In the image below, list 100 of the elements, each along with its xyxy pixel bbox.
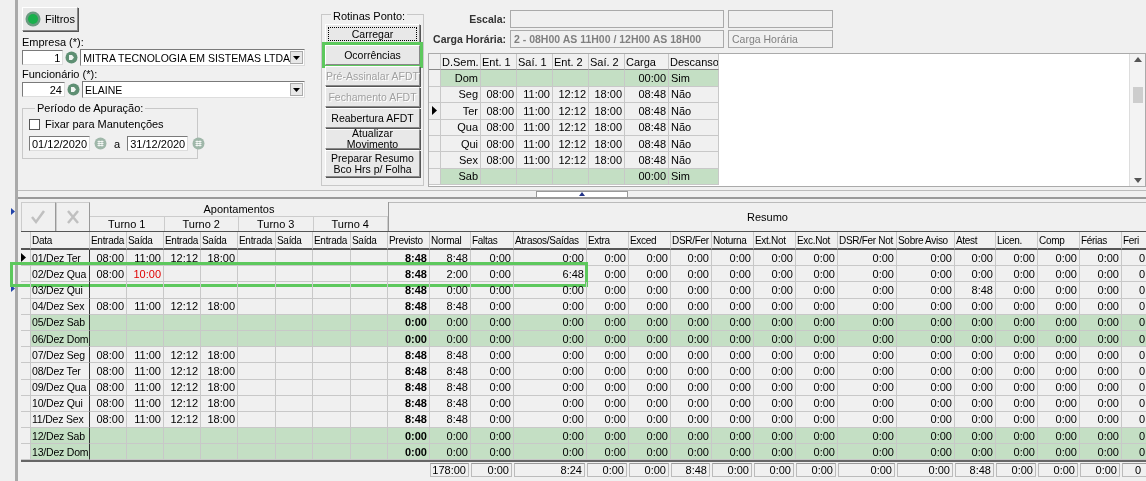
code-field[interactable]: 24 bbox=[22, 82, 65, 97]
routine-button[interactable]: Ocorrências bbox=[325, 45, 420, 65]
table-cell: 0:00 bbox=[754, 347, 796, 364]
table-cell: 0:00 bbox=[1038, 428, 1080, 445]
table-cell: 0:00 bbox=[712, 347, 754, 364]
field-label: Escala: bbox=[468, 12, 506, 25]
table-cell: 0:00 bbox=[838, 363, 897, 380]
table-cell: 0:00 bbox=[629, 379, 671, 396]
row-header-cell[interactable] bbox=[21, 330, 31, 348]
triangle-icon bbox=[579, 192, 585, 196]
routine-button[interactable]: Preparar Resumo Bco Hrs p/ Folha bbox=[325, 150, 420, 177]
filters-button[interactable]: Filtros bbox=[22, 7, 78, 31]
row-header-cell[interactable] bbox=[21, 363, 31, 380]
table-cell bbox=[313, 282, 351, 299]
table-cell: 18:00 bbox=[201, 347, 238, 364]
routine-button[interactable]: Atualizar Movimento bbox=[325, 129, 420, 149]
checkbox[interactable] bbox=[29, 118, 40, 130]
table-cell: 00:00 bbox=[625, 70, 669, 87]
row-header-cell[interactable] bbox=[21, 266, 31, 283]
table-cell: 08:00 bbox=[90, 347, 127, 364]
table-cell: Ter bbox=[441, 103, 481, 120]
column-header: DSR/Fer bbox=[671, 232, 712, 250]
table-cell: 0 bbox=[1122, 363, 1146, 380]
routine-button[interactable]: Reabertura AFDT bbox=[325, 108, 420, 128]
row-header-cell[interactable] bbox=[21, 444, 31, 461]
table-cell: 0:00 bbox=[955, 266, 996, 283]
table-cell bbox=[517, 70, 553, 87]
column-header: Saída bbox=[276, 232, 313, 250]
combo-box[interactable]: MITRA TECNOLOGIA EM SISTEMAS LTDA bbox=[80, 49, 305, 66]
row-header-cell[interactable] bbox=[21, 282, 31, 299]
table-cell: 0:00 bbox=[996, 266, 1038, 283]
table-cell: 12:12 bbox=[164, 250, 201, 267]
table-cell: 0:00 bbox=[587, 347, 629, 364]
table-cell: 0:00 bbox=[712, 444, 754, 461]
arrow-icon[interactable] bbox=[11, 285, 15, 292]
table-cell: 0:00 bbox=[671, 379, 712, 396]
schedule-field[interactable] bbox=[510, 9, 724, 28]
date-field[interactable]: 01/12/2020 bbox=[29, 136, 91, 151]
confirm-button[interactable] bbox=[21, 202, 56, 232]
row-header-cell[interactable] bbox=[21, 395, 31, 412]
total-cell: 0:00 bbox=[838, 463, 895, 478]
table-cell: 0:00 bbox=[1038, 266, 1080, 283]
group-title: Período de Apuração: bbox=[35, 102, 146, 115]
column-header: Entrada bbox=[164, 232, 201, 250]
table-cell bbox=[313, 428, 351, 445]
table-cell: 0:00 bbox=[996, 282, 1038, 299]
routine-button[interactable]: Carregar bbox=[325, 24, 420, 44]
code-field[interactable]: 1 bbox=[22, 50, 64, 65]
table-cell: 18:00 bbox=[201, 250, 238, 267]
workload-field[interactable]: Carga Horária bbox=[728, 29, 833, 48]
total-cell: 0:00 bbox=[1038, 463, 1078, 478]
arrow-icon[interactable] bbox=[11, 208, 15, 215]
column-header: Ent. 1 bbox=[481, 54, 517, 71]
row-header-cell[interactable] bbox=[429, 70, 441, 87]
splitter-grip[interactable] bbox=[536, 190, 628, 198]
table-cell: 08:00 bbox=[90, 363, 127, 380]
table-cell: 0:00 bbox=[1038, 444, 1080, 461]
lookup-icon[interactable] bbox=[67, 83, 80, 96]
table-cell bbox=[90, 428, 127, 445]
column-header: Férias bbox=[1080, 232, 1122, 250]
table-cell: 2:00 bbox=[430, 266, 471, 283]
table-cell: 8:48 bbox=[388, 379, 430, 396]
down-arrow-icon[interactable] bbox=[1133, 178, 1142, 183]
row-header-cell[interactable] bbox=[21, 428, 31, 445]
dropdown-button[interactable] bbox=[290, 83, 303, 96]
workload-field[interactable]: 2 - 08H00 AS 11H00 / 12H00 AS 18H00 bbox=[510, 29, 724, 48]
table-cell: 0:00 bbox=[712, 282, 754, 299]
date-field[interactable]: 31/12/2020 bbox=[127, 136, 189, 151]
table-cell: 0:00 bbox=[587, 444, 629, 461]
up-arrow-icon[interactable] bbox=[1133, 57, 1142, 62]
table-cell bbox=[313, 395, 351, 412]
calendar-icon[interactable] bbox=[192, 137, 206, 150]
row-header-cell[interactable] bbox=[21, 314, 31, 331]
table-cell: 0:00 bbox=[1080, 282, 1122, 299]
table-cell: 0:00 bbox=[1080, 363, 1122, 380]
row-header-cell[interactable] bbox=[21, 347, 31, 364]
row-header-cell[interactable] bbox=[429, 103, 441, 120]
table-cell: 0:00 bbox=[838, 347, 897, 364]
table-cell: 0:00 bbox=[671, 250, 712, 267]
column-header: Exced bbox=[629, 232, 671, 250]
row-header-cell[interactable] bbox=[21, 298, 31, 315]
scrollbar[interactable] bbox=[1129, 54, 1145, 186]
table-cell: 0:00 bbox=[838, 444, 897, 461]
combo-box[interactable]: ELAINE bbox=[82, 81, 305, 98]
dropdown-button[interactable] bbox=[290, 51, 303, 64]
row-header-cell[interactable] bbox=[429, 152, 441, 169]
calendar-icon[interactable] bbox=[94, 137, 108, 150]
schedule-field[interactable] bbox=[728, 9, 833, 28]
scroll-thumb[interactable] bbox=[1132, 87, 1143, 103]
row-header-cell[interactable] bbox=[21, 250, 31, 267]
range-separator: a bbox=[114, 137, 121, 150]
table-cell: 0:00 bbox=[1080, 266, 1122, 283]
table-cell: 0:00 bbox=[1038, 379, 1080, 396]
column-header: Exc.Not bbox=[796, 232, 838, 250]
cancel-button[interactable] bbox=[55, 202, 90, 232]
table-cell: 0:00 bbox=[471, 347, 514, 364]
lookup-icon[interactable] bbox=[65, 51, 79, 64]
table-cell: 0:00 bbox=[430, 428, 471, 445]
row-header-cell[interactable] bbox=[21, 379, 31, 396]
table-cell: 0:00 bbox=[897, 379, 955, 396]
